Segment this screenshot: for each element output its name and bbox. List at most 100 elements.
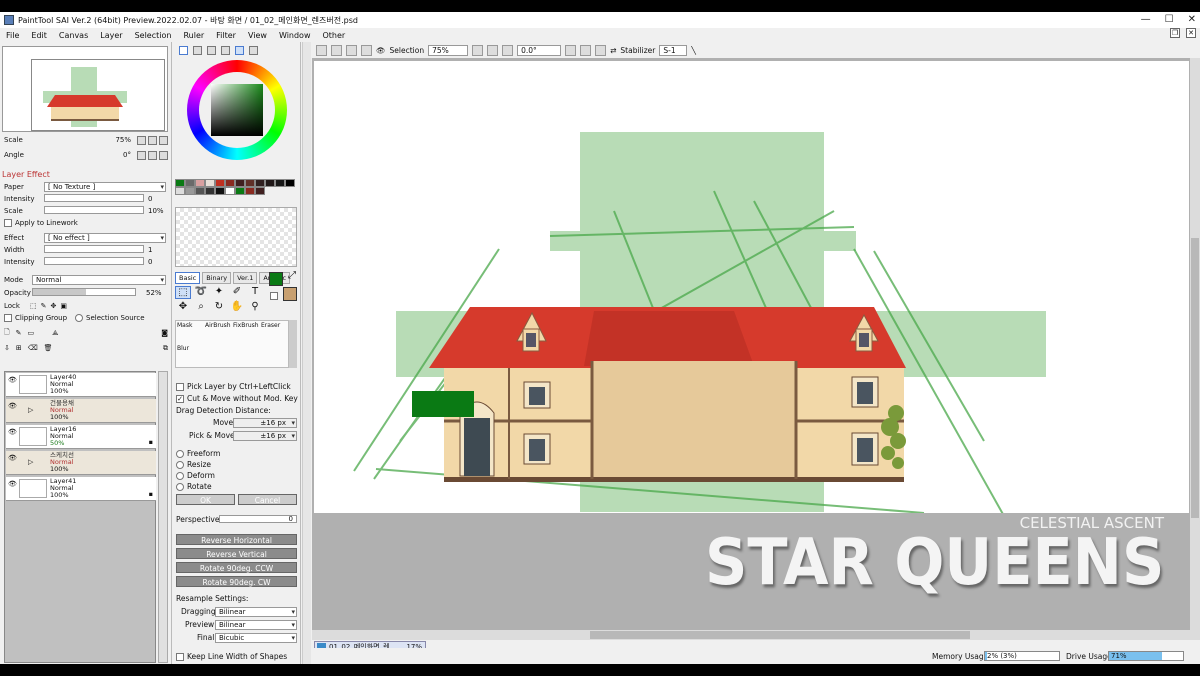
cancel-button[interactable]: Cancel [238,494,297,505]
rotate-radio[interactable] [176,482,184,491]
cut-move-checkbox[interactable]: ✓ [176,394,184,403]
reverse-horizontal-button[interactable]: Reverse Horizontal [176,534,297,545]
move-tool-icon[interactable]: ✥ [175,301,191,312]
rotate-ccw-button[interactable]: Rotate 90deg. CCW [176,562,297,573]
brush-mask[interactable]: Mask [176,321,204,344]
scrollbar-thumb[interactable] [590,631,970,639]
swatch[interactable] [225,179,235,187]
color-square[interactable] [211,84,263,136]
swatch[interactable] [245,179,255,187]
layer-row[interactable]: 👁 Layer40 Normal 100% [6,373,156,397]
reverse-vertical-button[interactable]: Reverse Vertical [176,548,297,559]
freeform-radio[interactable] [176,449,184,458]
transparent-color[interactable] [270,292,278,300]
undo-button[interactable] [316,44,327,56]
apply-linework-checkbox[interactable] [4,219,12,227]
swatch[interactable] [175,179,185,187]
menu-filter[interactable]: Filter [210,31,242,40]
brush-grid-scrollbar[interactable] [289,320,297,368]
hand-tool-icon[interactable]: ✋ [229,301,245,312]
intensity2-slider[interactable] [44,257,144,265]
color-swatches[interactable] [175,179,295,195]
zoom-plus-button[interactable] [487,44,499,56]
final-select[interactable]: Bicubic [215,633,297,643]
minimize-icon[interactable]: — [1141,14,1151,25]
swatch[interactable] [195,187,205,195]
redo-button[interactable] [331,44,342,56]
scratchpad-tab[interactable] [249,45,258,55]
keep-line-width-checkbox[interactable] [176,652,184,661]
flip-icon[interactable]: ⇄ [610,46,616,55]
rotate-left-button[interactable] [137,150,146,160]
tab-ver1[interactable]: Ver.1 [233,272,258,284]
swatches-tab[interactable] [221,45,230,55]
rect-select-icon[interactable]: ⬚ [175,286,191,299]
layer-folder-row[interactable]: 👁 ▷ 건물용채 Normal 100% [6,399,156,423]
canvas-vertical-scrollbar[interactable] [1190,58,1200,648]
rotate-reset-button[interactable] [159,150,168,160]
zoom-out-button[interactable] [137,135,146,145]
swatch[interactable] [265,179,275,187]
swatch[interactable] [195,179,205,187]
blend-mode-select[interactable]: Normal [32,275,166,285]
primary-color[interactable] [269,272,283,286]
maximize-icon[interactable]: ☐ [1165,14,1174,25]
visibility-eye-icon[interactable]: 👁 [8,376,17,384]
opacity-slider[interactable] [32,288,136,296]
resize-radio[interactable] [176,460,184,469]
secondary-color[interactable] [283,287,297,301]
navigator[interactable] [2,46,168,132]
layer-list[interactable]: 👁 Layer40 Normal 100% 👁 ▷ 건물용채 Normal 10… [4,371,156,663]
lock-transparency-icon[interactable]: ⬚ [30,302,37,310]
swatch[interactable] [185,179,195,187]
color-wheel[interactable] [187,60,287,160]
swatch[interactable] [215,179,225,187]
doc-restore-icon[interactable]: ❐ [1170,28,1180,38]
paper-scale-slider[interactable] [44,206,144,214]
swatch[interactable] [185,187,195,195]
swatch[interactable] [205,179,215,187]
layer-list-scrollbar[interactable] [158,371,168,663]
tool-panel-scrollbar[interactable] [302,42,311,664]
text-tool-icon[interactable]: T [247,286,263,299]
swatch[interactable] [255,179,265,187]
color-wheel-tab[interactable] [179,45,188,55]
lock-paint-icon[interactable]: ✎ [41,302,47,310]
scrollbar-thumb[interactable] [1191,238,1199,518]
menu-window[interactable]: Window [273,31,317,40]
menu-canvas[interactable]: Canvas [53,31,94,40]
invert-selection-button[interactable] [361,44,372,56]
brush-airbrush[interactable]: AirBrush [204,321,232,344]
zoom-fit-button[interactable] [502,44,514,56]
new-layer-icon[interactable]: 🗋 [4,328,10,339]
swatch[interactable] [175,187,185,195]
new-linework-icon[interactable]: ✎ [16,329,22,337]
rotate-tool-icon[interactable]: ↻ [211,301,227,312]
width-slider[interactable] [44,245,144,253]
menu-edit[interactable]: Edit [25,31,53,40]
transfer-down-icon[interactable]: ⇩ [4,344,10,352]
zoom-tool-icon[interactable]: ⌕ [193,301,209,312]
rotate-cw-icon[interactable] [580,44,592,56]
rgb-slider-tab[interactable] [193,45,202,55]
move-distance-field[interactable]: ±16 px [233,418,297,428]
swatch[interactable] [235,187,245,195]
deform-radio[interactable] [176,471,184,480]
layer-row[interactable]: 👁 Layer41 Normal 100% ▪ [6,477,156,501]
stabilizer-select[interactable]: S-1 [659,44,688,56]
apply-mask-icon[interactable]: ⧉ [163,344,168,353]
clear-layer-icon[interactable]: ⌫ [28,344,38,352]
menu-layer[interactable]: Layer [94,31,128,40]
visibility-eye-icon[interactable]: 👁 [8,428,17,436]
folder-expand-icon[interactable]: ▷ [28,458,33,466]
selection-pen-icon[interactable]: ✐ [229,286,245,299]
layer-effect-icon[interactable]: ⟁ [52,329,58,338]
brush-eraser[interactable]: Eraser [260,321,288,344]
mask-icon[interactable]: ◙ [161,329,168,337]
dragging-select[interactable]: Bilinear [215,607,297,617]
selection-eye-icon[interactable]: 👁 [376,46,386,55]
eyedropper-icon[interactable]: ⚲ [247,301,263,312]
menu-view[interactable]: View [242,31,273,40]
menu-selection[interactable]: Selection [129,31,178,40]
lasso-icon[interactable]: ➰ [193,286,209,299]
